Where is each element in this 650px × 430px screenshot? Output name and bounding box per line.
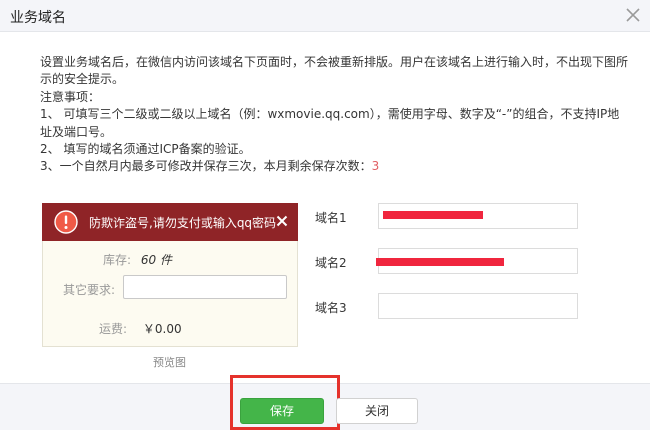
shipping-label: 运费: [99,322,128,336]
domain-3-label: 域名3 [315,301,347,315]
stock-label: 库存: [103,253,132,267]
other-requirements-input [123,275,287,299]
shipping-row: 运费: ￥0.00 [99,320,182,337]
shipping-value: ￥0.00 [142,322,182,336]
warning-icon [54,210,78,234]
warning-text: 防欺诈盗号,请勿支付或输入qq密码 [89,216,277,230]
domain-3-input[interactable] [378,293,578,319]
dialog-header: 业务域名 [0,0,650,32]
dialog-title: 业务域名 [10,10,66,26]
redaction-mark [376,258,504,266]
close-icon [276,215,288,227]
note-2: 2、 填写的域名须通过ICP备案的验证。 [40,142,251,157]
note-3-text: 3、一个自然月内最多可修改并保存三次，本月剩余保存次数： [40,159,372,174]
intro-description: 设置业务域名后，在微信内访问该域名下页面时，不会被重新排版。用户在该域名上进行输… [40,55,629,87]
note-1: 1、 可填写三个二级或二级以上域名（例：wxmovie.qq.com），需使用字… [40,107,620,139]
note-3: 3、一个自然月内最多可修改并保存三次，本月剩余保存次数：3 [40,158,630,175]
domain-2-label: 域名2 [315,256,347,270]
close-button[interactable]: 关闭 [336,398,418,424]
stock-value: 60 件 [140,253,172,267]
notes-title: 注意事项： [40,89,101,104]
stock-row: 库存: 60 件 [103,251,172,268]
remaining-count: 3 [371,159,380,174]
domain-1-label: 域名1 [315,211,347,225]
intro-text: 设置业务域名后，在微信内访问该域名下页面时，不会被重新排版。用户在该域名上进行输… [40,54,630,176]
security-warning-banner: 防欺诈盗号,请勿支付或输入qq密码 [42,203,298,241]
close-icon[interactable] [622,4,644,26]
other-requirements-label: 其它要求: [63,283,116,297]
redaction-mark [383,211,483,219]
preview-caption: 预览图 [153,356,186,369]
save-button[interactable]: 保存 [240,398,324,424]
